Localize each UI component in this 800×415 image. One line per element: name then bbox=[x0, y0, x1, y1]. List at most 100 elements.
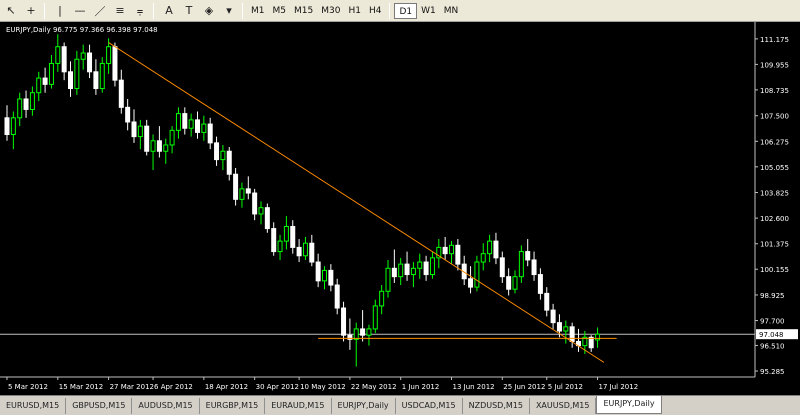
trendline bbox=[108, 42, 605, 363]
chart-tab[interactable]: USDCAD,M15 bbox=[396, 398, 463, 414]
candle-body bbox=[125, 106, 131, 123]
candle-body bbox=[506, 276, 512, 290]
y-tick-label: 100.155 bbox=[760, 266, 789, 274]
candle-body bbox=[264, 207, 270, 230]
candle-body bbox=[29, 92, 35, 110]
candle-body bbox=[518, 251, 524, 278]
y-tick-label: 106.275 bbox=[760, 138, 789, 146]
y-tick-label: 98.925 bbox=[760, 292, 785, 300]
x-tick-label: 1 Jun 2012 bbox=[402, 383, 440, 391]
candle-body bbox=[512, 276, 518, 290]
candle-body bbox=[595, 333, 601, 341]
chart-tab[interactable]: XAUUSD,M15 bbox=[530, 398, 597, 414]
candle-body bbox=[455, 244, 461, 265]
candle-body bbox=[182, 113, 188, 129]
candle-body bbox=[423, 261, 429, 276]
candle-body bbox=[23, 98, 29, 110]
candle-body bbox=[334, 284, 340, 309]
price-chart[interactable]: 111.175 109.955 108.735 107.500 106.275 105.0… bbox=[0, 22, 800, 395]
candle-body bbox=[531, 259, 537, 276]
y-tick-label: 108.735 bbox=[760, 87, 789, 95]
candle-body bbox=[226, 150, 232, 175]
chart-tab[interactable]: NZDUSD,M15 bbox=[463, 398, 530, 414]
x-tick-label: 22 May 2012 bbox=[351, 383, 397, 391]
candle-body bbox=[391, 267, 397, 278]
equidistant-channel-icon[interactable]: ≡ bbox=[111, 2, 129, 20]
x-tick-label: 18 Apr 2012 bbox=[205, 383, 248, 391]
candle-body bbox=[61, 46, 67, 73]
candle-body bbox=[55, 46, 61, 64]
candle-body bbox=[468, 278, 474, 288]
x-tick-label: 13 Jun 2012 bbox=[453, 383, 495, 391]
timeframe-m15-button[interactable]: M15 bbox=[290, 3, 317, 19]
candle-body bbox=[106, 46, 112, 64]
candle-body bbox=[48, 62, 54, 85]
chart-tab[interactable]: EURGBP,M15 bbox=[200, 398, 266, 414]
candle-body bbox=[315, 261, 321, 282]
candle-body bbox=[17, 98, 23, 119]
crosshair-icon[interactable]: + bbox=[22, 2, 40, 20]
timeframe-h4-button[interactable]: H4 bbox=[365, 3, 386, 19]
timeframe-d1-button[interactable]: D1 bbox=[394, 2, 418, 19]
candle-body bbox=[156, 140, 162, 152]
candle-body bbox=[207, 123, 213, 144]
candle-body bbox=[175, 113, 181, 131]
candle-body bbox=[398, 263, 404, 278]
candle-body bbox=[201, 123, 207, 133]
candle-body bbox=[429, 257, 435, 276]
candle-body bbox=[195, 119, 200, 133]
candle-body bbox=[410, 267, 416, 276]
candle-body bbox=[10, 117, 16, 136]
candles-group bbox=[4, 34, 601, 367]
x-tick-label: 25 Jun 2012 bbox=[503, 383, 545, 391]
y-tick-label: 95.285 bbox=[760, 368, 785, 376]
chart-title: EURJPY,Daily 96.775 97.366 96.398 97.048 bbox=[6, 26, 158, 34]
candle-body bbox=[36, 77, 42, 94]
chart-tab[interactable]: EURJPY,Daily bbox=[332, 398, 396, 414]
chart-tabs-bar: EURUSD,M15 GBPUSD,M15 AUDUSD,M15 EURGBP,M15… bbox=[0, 395, 800, 415]
shapes-icon[interactable]: ◈ bbox=[200, 2, 218, 20]
candle-body bbox=[550, 309, 556, 324]
candle-body bbox=[487, 240, 493, 255]
chart-tab[interactable]: EURUSD,M15 bbox=[0, 398, 67, 414]
candle-body bbox=[385, 267, 391, 292]
candle-body bbox=[493, 240, 499, 259]
chart-tab[interactable]: AUDUSD,M15 bbox=[132, 398, 200, 414]
candle-body bbox=[366, 328, 372, 336]
candle-body bbox=[296, 246, 302, 257]
vertical-line-icon[interactable]: | bbox=[51, 2, 69, 20]
chart-tab[interactable]: EURJPY,Daily bbox=[596, 396, 662, 414]
chart-tab[interactable]: EURAUD,M15 bbox=[265, 398, 332, 414]
candle-body bbox=[290, 225, 296, 248]
timeframe-w1-button[interactable]: W1 bbox=[417, 3, 440, 19]
candle-body bbox=[537, 274, 543, 294]
chart-tab[interactable]: GBPUSD,M15 bbox=[66, 398, 133, 414]
candle-body bbox=[563, 326, 569, 332]
horizontal-line-icon[interactable]: — bbox=[71, 2, 89, 20]
candle-body bbox=[525, 251, 531, 261]
toolbar-separator bbox=[44, 2, 45, 19]
candle-body bbox=[277, 240, 283, 253]
text-label-icon[interactable]: T bbox=[180, 2, 198, 20]
trendline-icon[interactable]: ／ bbox=[91, 2, 109, 20]
x-tick-label: 6 Apr 2012 bbox=[154, 383, 193, 391]
candle-body bbox=[112, 46, 118, 81]
timeframe-mn-button[interactable]: MN bbox=[440, 3, 463, 19]
candle-body bbox=[499, 257, 505, 278]
chart-window[interactable]: 111.175 109.955 108.735 107.500 106.275 105.0… bbox=[0, 22, 800, 395]
y-tick-label: 105.055 bbox=[760, 164, 789, 172]
y-tick-label: 107.500 bbox=[760, 113, 789, 121]
timeframe-m5-button[interactable]: M5 bbox=[269, 3, 291, 19]
toolbar-separator bbox=[389, 2, 391, 19]
timeframe-h1-button[interactable]: H1 bbox=[344, 3, 365, 19]
timeframe-m30-button[interactable]: M30 bbox=[317, 3, 344, 19]
candle-body bbox=[233, 173, 239, 200]
candle-body bbox=[449, 244, 454, 255]
timeframe-m1-button[interactable]: M1 bbox=[247, 3, 269, 19]
chevron-down-icon[interactable]: ▾ bbox=[220, 2, 238, 20]
text-tool-icon[interactable]: A bbox=[160, 2, 178, 20]
fibonacci-icon[interactable]: ⩦ bbox=[131, 2, 149, 20]
candle-body bbox=[379, 290, 385, 307]
candle-body bbox=[556, 322, 562, 332]
cursor-icon[interactable]: ↖ bbox=[2, 2, 20, 20]
